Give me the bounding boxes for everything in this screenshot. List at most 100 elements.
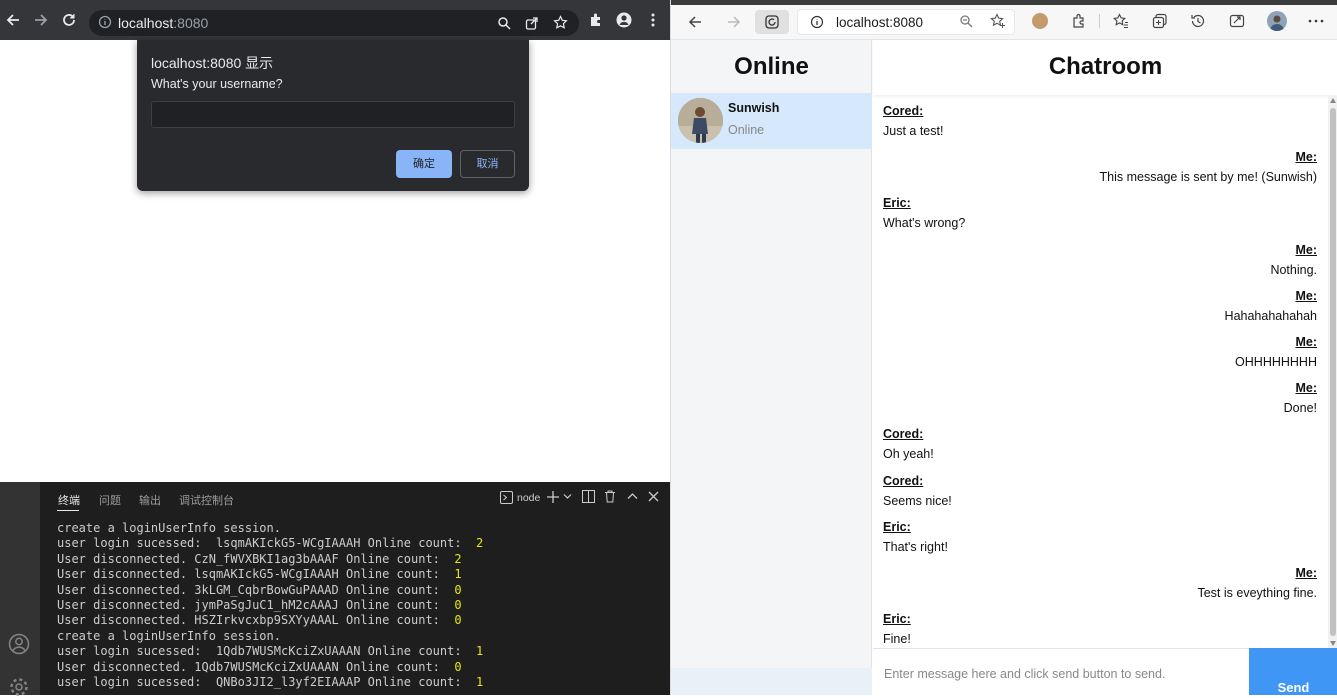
extensions-icon[interactable] bbox=[1071, 13, 1087, 29]
chat-message: Cored: Just a test! bbox=[883, 104, 1317, 138]
online-count-value: 0 bbox=[454, 613, 462, 628]
site-info-icon[interactable] bbox=[98, 15, 112, 29]
tab-terminal[interactable]: 终端 bbox=[58, 492, 80, 508]
ok-button[interactable]: 确定 bbox=[396, 150, 452, 178]
terminal-process-label[interactable]: node bbox=[517, 492, 540, 504]
user-status: Online bbox=[728, 123, 765, 137]
message-text: Nothing. bbox=[1270, 262, 1317, 277]
message-text: That's right! bbox=[883, 539, 948, 554]
chevron-down-icon[interactable] bbox=[563, 493, 572, 500]
username-input[interactable] bbox=[151, 101, 515, 128]
trash-icon[interactable] bbox=[604, 490, 616, 503]
message-sender: Me: bbox=[1295, 150, 1317, 165]
zoom-search-icon[interactable] bbox=[497, 16, 511, 30]
message-text: What's wrong? bbox=[883, 216, 966, 231]
maximize-chevron-up-icon[interactable] bbox=[627, 492, 638, 500]
left-browser-toolbar: localhost:8080 bbox=[0, 0, 670, 40]
online-users-panel: Online Sunwish Online bbox=[671, 40, 872, 695]
terminal-line: User disconnected. 1Qdb7WUSMcKciZxUAAAN … bbox=[57, 660, 483, 675]
left-address-text: localhost:8080 bbox=[118, 15, 209, 31]
tab-debug-console[interactable]: 调试控制台 bbox=[179, 492, 234, 508]
chat-message: Eric: Fine! bbox=[883, 612, 1317, 646]
terminal-line: user login sucessed: QNBo3JI2_l3yf2EIAAA… bbox=[57, 675, 483, 690]
left-address-bar[interactable]: localhost:8080 bbox=[89, 10, 579, 36]
favorites-icon[interactable] bbox=[1113, 13, 1129, 29]
close-panel-icon[interactable] bbox=[648, 491, 659, 502]
toolbar-divider bbox=[1099, 14, 1100, 28]
terminal-line-text: create a loginUserInfo session. bbox=[57, 521, 281, 535]
forward-arrow-icon[interactable] bbox=[33, 12, 49, 28]
scroll-down-arrow-icon[interactable] bbox=[1330, 641, 1336, 646]
tab-strip bbox=[671, 0, 1337, 5]
message-text: Done! bbox=[1283, 401, 1317, 416]
online-count-value: 0 bbox=[454, 598, 462, 613]
history-icon[interactable] bbox=[1190, 13, 1206, 29]
terminal-line: create a loginUserInfo session. bbox=[57, 521, 483, 536]
extensions-puzzle-icon[interactable] bbox=[588, 12, 604, 28]
add-favorite-icon[interactable] bbox=[990, 13, 1006, 29]
right-address-bar[interactable]: localhost:8080 bbox=[797, 9, 1015, 35]
site-info-icon[interactable] bbox=[810, 15, 824, 29]
dialog-message: What's your username? bbox=[151, 77, 283, 91]
scrollbar-thumb[interactable] bbox=[1330, 108, 1336, 636]
message-sender: Me: bbox=[1295, 242, 1317, 257]
extension-avatar-icon[interactable] bbox=[1032, 13, 1048, 29]
terminal-line-text: User disconnected. lsqmAKIckG5-WCgIAAAH … bbox=[57, 567, 455, 582]
zoom-icon[interactable] bbox=[959, 14, 973, 28]
terminal-line-text: User disconnected. CzN_fWVXBKI1ag3bAAAF … bbox=[57, 551, 455, 566]
reload-icon[interactable] bbox=[61, 12, 77, 28]
tab-problems[interactable]: 问题 bbox=[99, 492, 121, 508]
bookmark-star-icon[interactable] bbox=[553, 15, 568, 30]
message-sender: Eric: bbox=[883, 612, 911, 627]
refresh-button[interactable] bbox=[755, 10, 789, 34]
terminal-line: User disconnected. jymPaSgJuC1_hM2cAAAJ … bbox=[57, 598, 483, 613]
settings-more-icon[interactable] bbox=[1308, 19, 1324, 23]
message-text: Just a test! bbox=[883, 124, 944, 138]
scroll-up-arrow-icon[interactable] bbox=[1330, 98, 1336, 103]
message-input[interactable]: Enter message here and click send button… bbox=[873, 648, 1249, 695]
split-terminal-icon[interactable] bbox=[582, 490, 595, 503]
chat-message: Me: Nothing. bbox=[883, 243, 1317, 277]
online-count-value: 2 bbox=[454, 551, 462, 566]
send-button[interactable]: Send bbox=[1249, 648, 1337, 695]
terminal-output[interactable]: create a loginUserInfo session. user logi… bbox=[57, 521, 483, 690]
menu-kebab-icon[interactable] bbox=[645, 12, 661, 28]
terminal-line: User disconnected. 3kLGM_CqbrBowGuPAAAD … bbox=[57, 583, 483, 598]
tab-output[interactable]: 输出 bbox=[139, 492, 161, 508]
new-terminal-plus-icon[interactable] bbox=[546, 490, 560, 504]
account-icon[interactable] bbox=[8, 633, 30, 655]
prompt-dialog: localhost:8080 显示 What's your username? … bbox=[137, 40, 529, 191]
activity-bar bbox=[0, 482, 40, 696]
back-arrow-icon[interactable] bbox=[5, 12, 21, 28]
message-sender: Me: bbox=[1295, 288, 1317, 303]
cancel-button[interactable]: 取消 bbox=[460, 150, 515, 178]
chat-message: Eric: That's right! bbox=[883, 520, 1317, 554]
terminal-line: user login sucessed: lsqmAKIckG5-WCgIAAA… bbox=[57, 536, 483, 551]
messages-scrollbar[interactable] bbox=[1328, 96, 1337, 648]
active-tab-underline bbox=[57, 510, 79, 511]
terminal-line-text: user login sucessed: QNBo3JI2_l3yf2EIAAA… bbox=[57, 675, 477, 690]
right-browser-window: localhost:8080 Online Sunwish Online Cha… bbox=[670, 0, 1337, 695]
chatroom-panel: Chatroom Cored: Just a test! Me: This messa… bbox=[873, 40, 1337, 695]
chat-message: Me: Hahahahahahah bbox=[883, 289, 1317, 323]
profile-avatar[interactable] bbox=[1267, 11, 1287, 31]
message-list[interactable]: Cored: Just a test! Me: This message is sen… bbox=[873, 96, 1328, 648]
online-count-value: 2 bbox=[476, 536, 484, 551]
back-arrow-icon[interactable] bbox=[687, 14, 703, 30]
collections-icon[interactable] bbox=[1152, 13, 1168, 29]
chat-message: Me: Test is eveything fine. bbox=[883, 566, 1317, 600]
forward-arrow-icon[interactable] bbox=[726, 14, 742, 30]
message-sender: Cored: bbox=[883, 473, 924, 488]
message-sender: Me: bbox=[1295, 335, 1317, 349]
right-address-text: localhost:8080 bbox=[836, 15, 924, 30]
message-text: Test is eveything fine. bbox=[1197, 586, 1317, 600]
terminal-line: User disconnected. lsqmAKIckG5-WCgIAAAH … bbox=[57, 567, 483, 582]
profile-icon[interactable] bbox=[616, 12, 632, 28]
web-capture-icon[interactable] bbox=[1229, 13, 1245, 29]
message-text: OHHHHHHHH bbox=[1235, 355, 1317, 369]
terminal-line: User disconnected. CzN_fWVXBKI1ag3bAAAF … bbox=[57, 552, 483, 567]
online-user-item[interactable]: Sunwish Online bbox=[671, 93, 872, 149]
share-icon[interactable] bbox=[525, 16, 539, 30]
online-panel-footer bbox=[671, 668, 872, 695]
message-text: This message is sent by me! (Sunwish) bbox=[1099, 170, 1317, 185]
